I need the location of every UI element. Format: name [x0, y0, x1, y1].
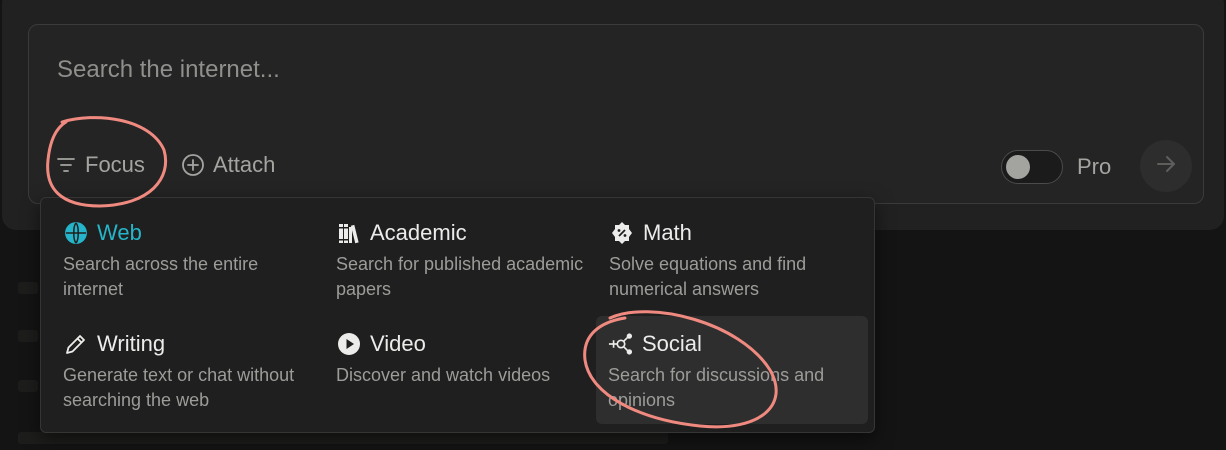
focus-option-video[interactable]: Video Discover and watch videos — [316, 311, 588, 419]
option-description: Search across the entire internet — [63, 254, 259, 299]
globe-icon — [63, 220, 89, 246]
pro-toggle-group: Pro — [1001, 147, 1111, 187]
option-title: Web — [97, 220, 142, 245]
option-title: Writing — [97, 331, 166, 356]
attach-label: Attach — [213, 152, 276, 177]
option-title-row: Academic — [336, 220, 467, 246]
option-description: Solve equations and find numerical answe… — [609, 254, 807, 299]
background-text-line — [18, 282, 38, 294]
focus-option-math[interactable]: Math Solve equations and find numerical … — [589, 200, 861, 308]
option-title-row: Social — [608, 331, 702, 357]
books-icon — [336, 220, 362, 246]
option-title-row: Video — [336, 331, 426, 357]
background-text-line — [18, 380, 38, 392]
play-icon — [336, 331, 362, 357]
plus-circle-icon — [181, 153, 205, 177]
focus-label: Focus — [85, 152, 145, 177]
arrow-right-icon — [1155, 153, 1177, 180]
option-description: Search for discussions and opinions — [608, 365, 825, 410]
option-title-row: Web — [63, 220, 142, 246]
option-description: Generate text or chat without searching … — [63, 365, 295, 410]
filter-icon — [55, 154, 77, 176]
focus-option-social[interactable]: Social Search for discussions and opinio… — [596, 316, 868, 424]
option-title: Social — [642, 331, 702, 356]
toggle-knob — [1006, 155, 1030, 179]
focus-option-writing[interactable]: Writing Generate text or chat without se… — [43, 311, 315, 419]
attach-button[interactable]: Attach — [181, 147, 275, 183]
option-title: Academic — [370, 220, 467, 245]
option-description: Discover and watch videos — [336, 365, 551, 385]
pro-label: Pro — [1077, 154, 1112, 179]
search-input[interactable] — [55, 51, 1159, 89]
focus-menu: Web Search across the entire internet Ac… — [40, 197, 875, 433]
submit-button[interactable] — [1140, 140, 1192, 192]
pencil-icon — [63, 331, 89, 357]
background-text-line — [18, 330, 38, 342]
option-title: Math — [643, 220, 692, 245]
option-description: Search for published academic papers — [336, 254, 584, 299]
option-title-row: Writing — [63, 331, 165, 357]
option-title-row: Math — [609, 220, 692, 246]
focus-button[interactable]: Focus — [55, 147, 145, 183]
background-text-line — [18, 432, 668, 444]
math-icon — [609, 220, 635, 246]
option-title: Video — [370, 331, 426, 356]
social-icon — [608, 331, 634, 357]
pro-toggle[interactable] — [1001, 150, 1063, 184]
focus-option-web[interactable]: Web Search across the entire internet — [43, 200, 315, 308]
focus-option-academic[interactable]: Academic Search for published academic p… — [316, 200, 588, 308]
search-box: Focus Attach Pro — [28, 24, 1204, 204]
